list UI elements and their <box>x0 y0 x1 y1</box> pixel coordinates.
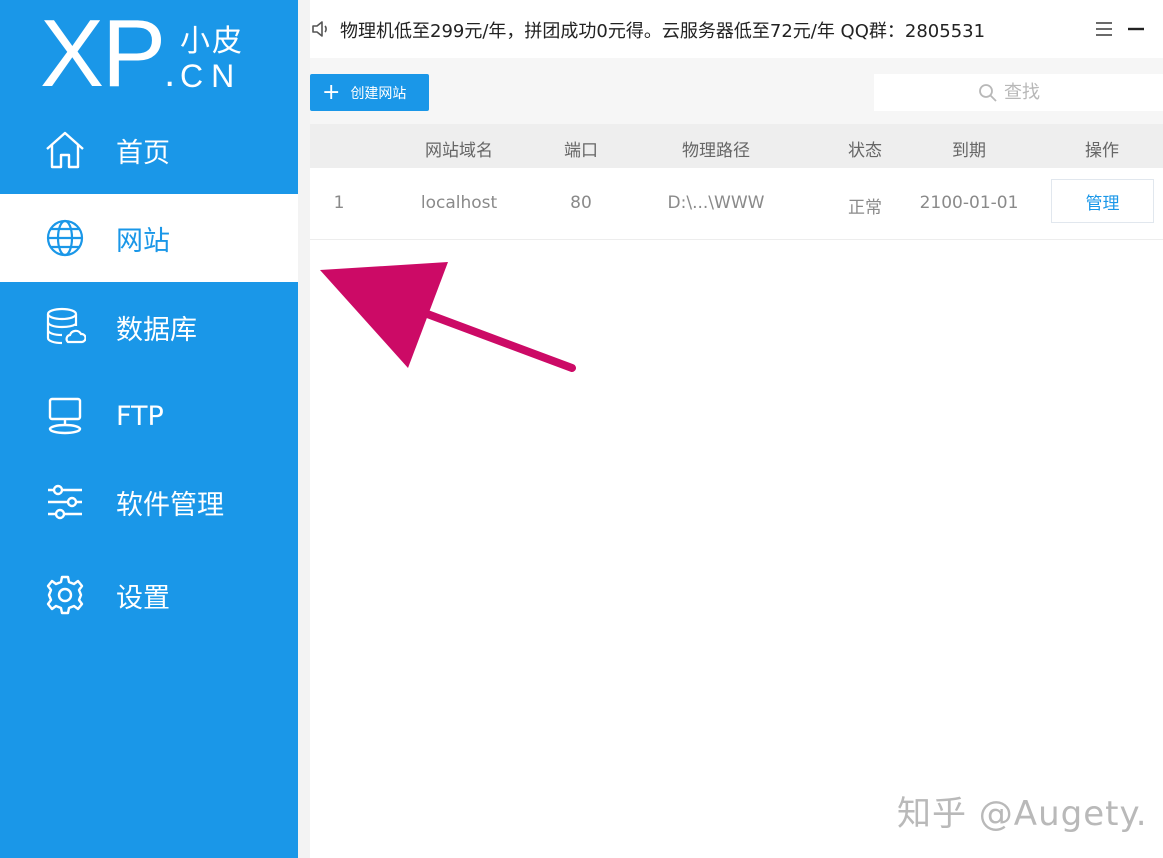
search-box[interactable] <box>874 74 1163 111</box>
column-header-path: 物理路径 <box>682 141 750 161</box>
manage-button[interactable]: 管理 <box>1051 179 1154 223</box>
sidebar-item-label: 设置 <box>116 582 170 614</box>
sidebar-item-label: 数据库 <box>116 314 197 346</box>
ftp-icon <box>48 397 82 435</box>
app-logo: XP. 小皮 CN <box>0 0 298 108</box>
sidebar-item-database[interactable]: 数据库 <box>0 283 298 371</box>
row-status: 正常 <box>848 198 882 218</box>
table-header: 网站域名 端口 物理路径 状态 到期 操作 <box>310 124 1163 168</box>
create-website-label: 创建网站 <box>350 85 407 102</box>
logo-xp: XP. <box>40 0 175 107</box>
column-header-action: 操作 <box>1085 141 1119 161</box>
table-row: 1 localhost 80 D:\...\WWW 正常 2100-01-01 … <box>310 168 1163 240</box>
sidebar: XP. 小皮 CN 首页 网站 数据库 FTP 软件管理 设置 <box>0 0 298 858</box>
column-header-expire: 到期 <box>952 141 986 161</box>
topbar: 物理机低至299元/年，拼团成功0元得。云服务器低至72元/年 QQ群：2805… <box>310 0 1163 58</box>
sidebar-item-settings[interactable]: 设置 <box>0 551 298 639</box>
row-index: 1 <box>333 193 345 213</box>
main-left-border <box>298 0 310 858</box>
sidebar-item-software[interactable]: 软件管理 <box>0 458 298 546</box>
row-path: D:\...\WWW <box>667 193 765 213</box>
sidebar-item-label: 软件管理 <box>116 489 224 521</box>
sidebar-item-label: 网站 <box>116 225 170 257</box>
gear-icon <box>46 575 84 615</box>
row-domain: localhost <box>420 193 498 213</box>
column-header-port: 端口 <box>564 141 598 161</box>
home-icon <box>46 131 84 169</box>
sidebar-item-label: FTP <box>116 400 164 432</box>
plus-icon: + <box>322 79 341 105</box>
column-header-domain: 网站域名 <box>425 141 493 161</box>
sidebar-item-home[interactable]: 首页 <box>0 106 298 194</box>
menu-icon[interactable] <box>1093 18 1115 40</box>
speaker-icon <box>312 21 327 37</box>
logo-cn-bottom: CN <box>180 58 243 94</box>
column-header-status: 状态 <box>848 141 882 161</box>
logo-cn-top: 小皮 <box>180 24 244 59</box>
create-website-button[interactable]: + 创建网站 <box>310 74 429 111</box>
database-icon <box>46 307 86 345</box>
search-input[interactable] <box>1004 79 1154 106</box>
annotation-arrow <box>320 262 576 372</box>
watermark: 知乎 @Augety. <box>897 794 1148 834</box>
notice-text: 物理机低至299元/年，拼团成功0元得。云服务器低至72元/年 QQ群：2805… <box>340 21 986 42</box>
row-expire: 2100-01-01 <box>919 193 1019 213</box>
row-port: 80 <box>570 193 592 213</box>
sidebar-item-label: 首页 <box>116 137 170 169</box>
minimize-icon[interactable] <box>1125 18 1147 40</box>
sliders-icon <box>48 484 82 520</box>
search-icon <box>979 84 997 102</box>
sidebar-item-website[interactable]: 网站 <box>0 194 298 282</box>
sidebar-item-ftp[interactable]: FTP <box>0 372 298 460</box>
globe-icon <box>46 219 84 257</box>
